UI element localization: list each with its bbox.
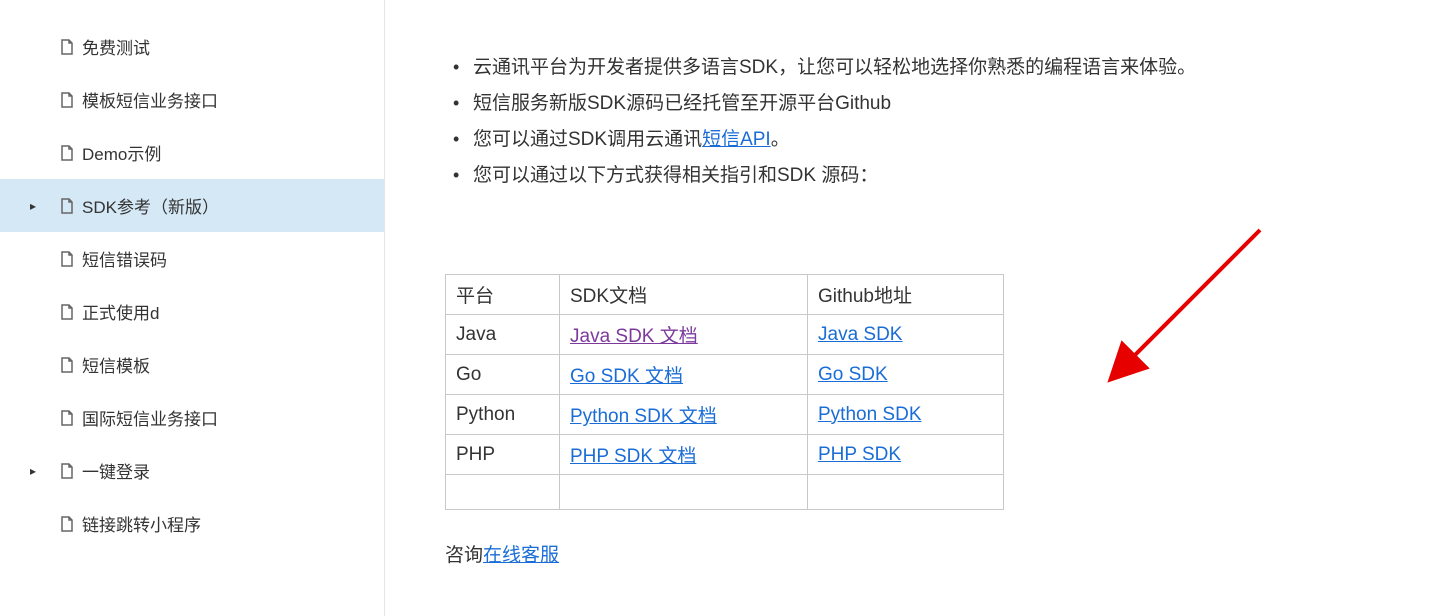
sidebar-item-link-miniprogram[interactable]: 链接跳转小程序 [0, 497, 384, 550]
document-icon [60, 39, 74, 55]
java-sdk-doc-link[interactable]: Java SDK 文档 [570, 326, 698, 347]
header-doc: SDK文档 [560, 275, 808, 315]
sidebar-item-label: Demo示例 [82, 140, 161, 165]
caret-right-icon: ▸ [30, 199, 36, 213]
cell-empty [808, 475, 1004, 510]
sms-api-link[interactable]: 短信API [702, 129, 771, 150]
document-icon [60, 357, 74, 373]
online-service-link[interactable]: 在线客服 [483, 545, 559, 566]
sidebar-item-label: 正式使用d [82, 299, 159, 324]
sidebar-item-label: 短信模板 [82, 352, 150, 377]
sidebar-item-label: 一键登录 [82, 458, 150, 483]
cell-platform: PHP [446, 435, 560, 475]
arrow-annotation-icon [1100, 210, 1280, 395]
bullet-text: 您可以通过SDK调用云通讯 [473, 129, 702, 150]
document-icon [60, 198, 74, 214]
sidebar-item-official-use[interactable]: 正式使用d [0, 285, 384, 338]
sidebar: 免费测试 模板短信业务接口 Demo示例 ▸ SDK参考（新版） 短信错误码 [0, 0, 385, 616]
main-content: 云通讯平台为开发者提供多语言SDK，让您可以轻松地选择你熟悉的编程语言来体验。 … [385, 0, 1448, 616]
bullet-item: 您可以通过SDK调用云通讯短信API。 [445, 122, 1428, 158]
sidebar-item-sdk-reference[interactable]: ▸ SDK参考（新版） [0, 179, 384, 232]
sidebar-item-label: 短信错误码 [82, 246, 167, 271]
table-row: Java Java SDK 文档 Java SDK [446, 315, 1004, 355]
sidebar-item-sms-template[interactable]: 短信模板 [0, 338, 384, 391]
table-header-row: 平台 SDK文档 Github地址 [446, 275, 1004, 315]
table-row: Python Python SDK 文档 Python SDK [446, 395, 1004, 435]
cell-platform: Go [446, 355, 560, 395]
header-platform: 平台 [446, 275, 560, 315]
bullet-text: 。 [771, 129, 790, 150]
document-icon [60, 410, 74, 426]
intro-bullet-list: 云通讯平台为开发者提供多语言SDK，让您可以轻松地选择你熟悉的编程语言来体验。 … [445, 50, 1428, 194]
cell-platform: Java [446, 315, 560, 355]
bullet-text: 您可以通过以下方式获得相关指引和SDK 源码： [473, 165, 878, 186]
header-github: Github地址 [808, 275, 1004, 315]
document-icon [60, 516, 74, 532]
bullet-text: 云通讯平台为开发者提供多语言SDK，让您可以轻松地选择你熟悉的编程语言来体验。 [473, 57, 1196, 78]
document-icon [60, 145, 74, 161]
sidebar-item-demo[interactable]: Demo示例 [0, 126, 384, 179]
java-sdk-github-link[interactable]: Java SDK [818, 324, 902, 345]
document-icon [60, 251, 74, 267]
sidebar-item-template-sms[interactable]: 模板短信业务接口 [0, 73, 384, 126]
document-icon [60, 92, 74, 108]
php-sdk-doc-link[interactable]: PHP SDK 文档 [570, 446, 696, 467]
table-row: Go Go SDK 文档 Go SDK [446, 355, 1004, 395]
footer-text: 咨询在线客服 [445, 540, 1428, 567]
cell-empty [446, 475, 560, 510]
sidebar-item-intl-sms[interactable]: 国际短信业务接口 [0, 391, 384, 444]
sidebar-item-sms-error[interactable]: 短信错误码 [0, 232, 384, 285]
cell-platform: Python [446, 395, 560, 435]
php-sdk-github-link[interactable]: PHP SDK [818, 444, 901, 465]
sidebar-item-label: 模板短信业务接口 [82, 87, 218, 112]
sidebar-item-label: SDK参考（新版） [82, 193, 219, 218]
bullet-item: 短信服务新版SDK源码已经托管至开源平台Github [445, 86, 1428, 122]
python-sdk-github-link[interactable]: Python SDK [818, 404, 922, 425]
python-sdk-doc-link[interactable]: Python SDK 文档 [570, 406, 717, 427]
bullet-item: 您可以通过以下方式获得相关指引和SDK 源码： [445, 158, 1428, 194]
sidebar-item-label: 免费测试 [82, 34, 150, 59]
cell-empty [560, 475, 808, 510]
caret-right-icon: ▸ [30, 464, 36, 478]
sidebar-item-label: 链接跳转小程序 [82, 511, 201, 536]
go-sdk-github-link[interactable]: Go SDK [818, 364, 888, 385]
table-row: PHP PHP SDK 文档 PHP SDK [446, 435, 1004, 475]
table-row-empty [446, 475, 1004, 510]
footer-prefix: 咨询 [445, 545, 483, 566]
sidebar-item-label: 国际短信业务接口 [82, 405, 218, 430]
bullet-item: 云通讯平台为开发者提供多语言SDK，让您可以轻松地选择你熟悉的编程语言来体验。 [445, 50, 1428, 86]
sidebar-item-one-click-login[interactable]: ▸ 一键登录 [0, 444, 384, 497]
document-icon [60, 304, 74, 320]
sidebar-item-free-test[interactable]: 免费测试 [0, 20, 384, 73]
sdk-table: 平台 SDK文档 Github地址 Java Java SDK 文档 Java … [445, 274, 1004, 510]
go-sdk-doc-link[interactable]: Go SDK 文档 [570, 366, 683, 387]
bullet-text: 短信服务新版SDK源码已经托管至开源平台Github [473, 93, 891, 114]
document-icon [60, 463, 74, 479]
